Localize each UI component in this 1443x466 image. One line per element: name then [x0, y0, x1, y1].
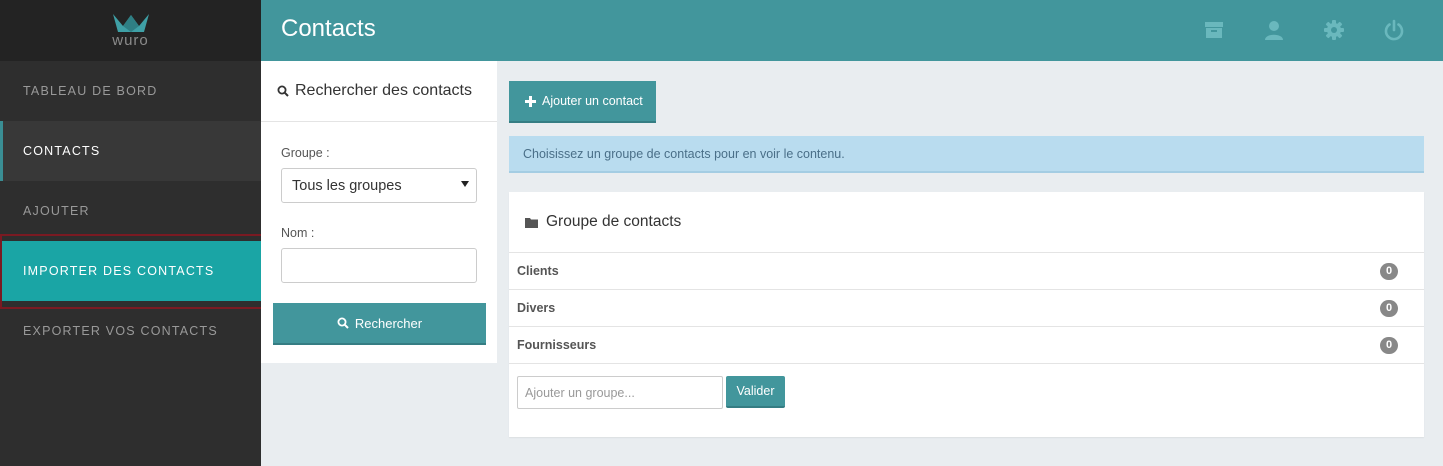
add-group-input[interactable] — [517, 376, 723, 409]
name-input[interactable] — [281, 248, 477, 283]
validate-group-button[interactable]: Valider — [726, 376, 785, 408]
sidebar-item-ajouter[interactable]: AJOUTER — [0, 181, 261, 241]
group-name: Fournisseurs — [517, 338, 597, 352]
contact-groups-title: Groupe de contacts — [546, 213, 682, 230]
name-label: Nom : — [281, 226, 315, 240]
count-badge: 0 — [1380, 336, 1398, 354]
count-badge: 0 — [1380, 299, 1398, 317]
sidebar-item-importer-des-contacts[interactable]: IMPORTER DES CONTACTS — [0, 241, 261, 301]
header: Contacts — [261, 0, 1443, 61]
gear-icon[interactable] — [1323, 19, 1345, 41]
search-button[interactable]: Rechercher — [273, 303, 486, 345]
archive-icon[interactable] — [1203, 19, 1225, 41]
group-select[interactable]: Tous les groupes — [281, 168, 477, 203]
crown-logo-icon — [112, 14, 149, 32]
search-panel-header: Rechercher des contacts — [261, 61, 497, 122]
group-select-value: Tous les groupes — [292, 177, 402, 194]
group-label: Groupe : — [281, 146, 330, 160]
sidebar: wuro TABLEAU DE BORD CONTACTS AJOUTER IM… — [0, 0, 261, 466]
search-panel-title: Rechercher des contacts — [295, 82, 472, 99]
logo-text: wuro — [112, 32, 149, 49]
group-name: Clients — [517, 264, 559, 278]
sidebar-item-contacts[interactable]: CONTACTS — [0, 121, 261, 181]
logo[interactable]: wuro — [0, 0, 261, 61]
count-badge: 0 — [1380, 262, 1398, 280]
info-alert: Choisissez un groupe de contacts pour en… — [509, 136, 1424, 173]
add-contact-button[interactable]: Ajouter un contact — [509, 81, 656, 123]
contact-groups-card: Groupe de contacts Clients 0 Divers 0 Fo… — [509, 192, 1424, 437]
search-panel: Rechercher des contacts Groupe : Tous le… — [261, 61, 497, 363]
sidebar-item-exporter-vos-contacts[interactable]: EXPORTER VOS CONTACTS — [0, 301, 261, 361]
power-icon[interactable] — [1383, 19, 1405, 41]
folder-icon — [525, 217, 538, 228]
user-icon[interactable] — [1263, 19, 1285, 41]
search-button-label: Rechercher — [354, 315, 423, 331]
group-row-clients[interactable]: Clients 0 — [509, 253, 1424, 290]
search-icon — [277, 85, 289, 97]
caret-down-icon — [461, 181, 469, 187]
search-icon — [337, 317, 349, 329]
sidebar-item-tableau-de-bord[interactable]: TABLEAU DE BORD — [0, 61, 261, 121]
plus-icon — [525, 95, 536, 107]
group-name: Divers — [517, 301, 556, 315]
group-row-divers[interactable]: Divers 0 — [509, 290, 1424, 327]
add-contact-label: Ajouter un contact — [542, 94, 643, 108]
group-row-fournisseurs[interactable]: Fournisseurs 0 — [509, 327, 1424, 364]
page-title: Contacts — [281, 15, 376, 42]
contact-groups-header: Groupe de contacts — [509, 192, 1424, 253]
